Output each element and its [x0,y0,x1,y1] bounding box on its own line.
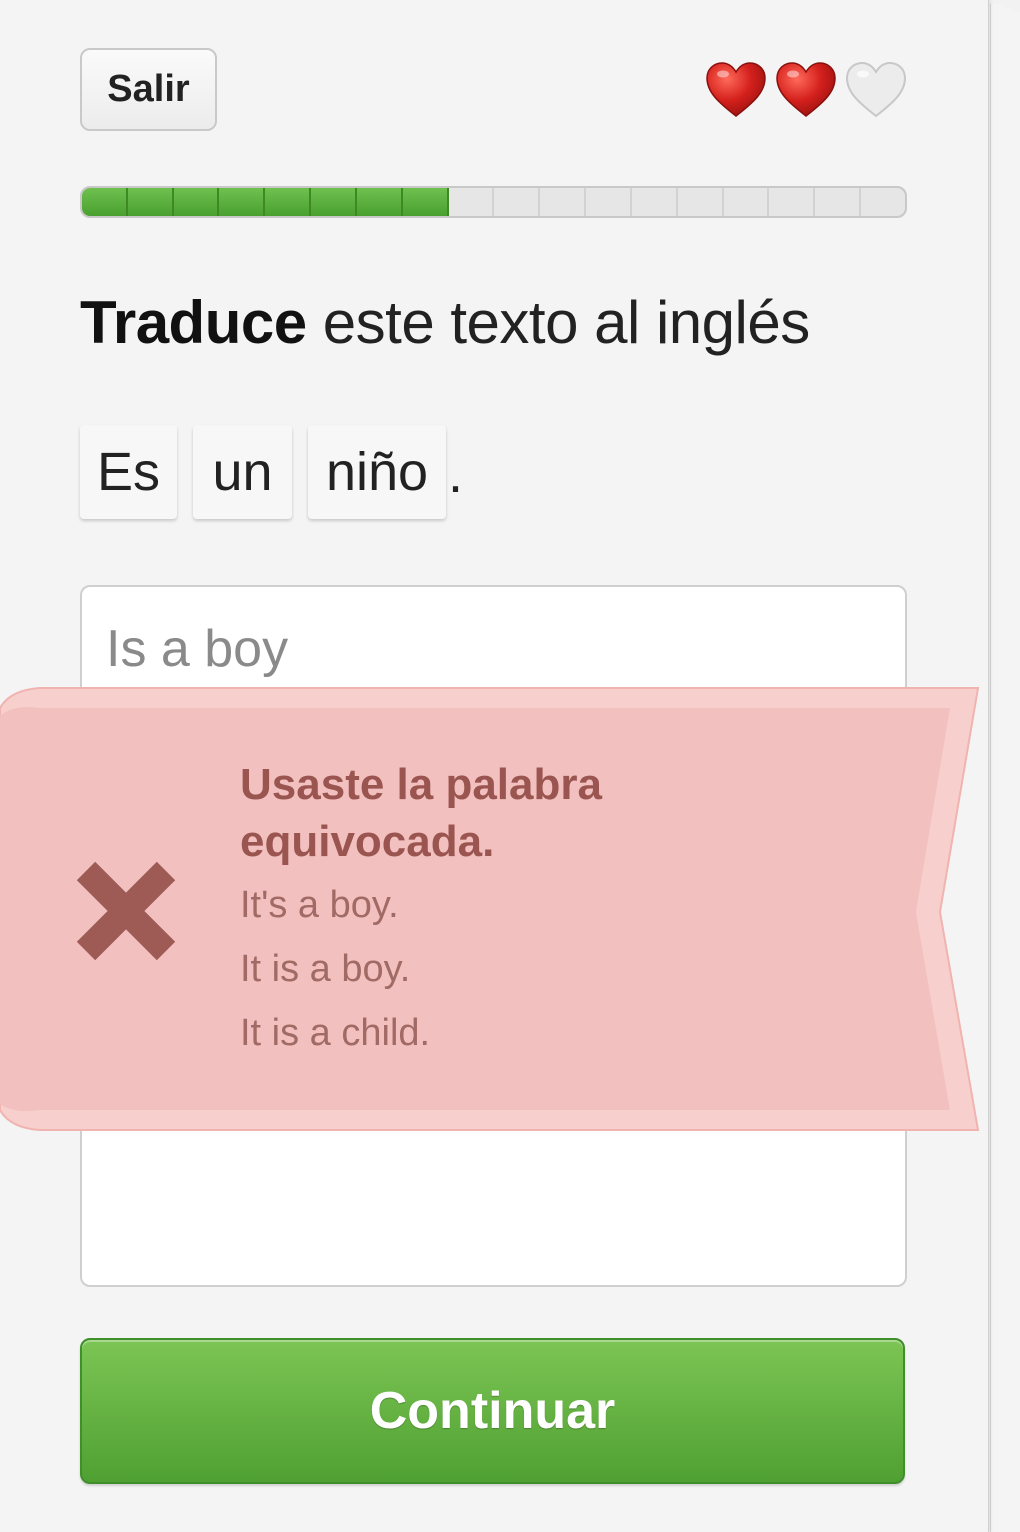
correct-solution: It's a boy. [240,884,399,926]
progress-segment-filled [356,188,403,216]
progress-segment-empty [678,188,724,216]
answer-value: Is a boy [106,620,289,678]
progress-segment-empty [494,188,541,216]
progress-segment-empty [769,188,816,216]
instruction-verb: Traduce [80,289,307,356]
progress-segment-empty [540,188,587,216]
progress-segment-filled [127,188,174,216]
progress-segment-empty [632,188,678,216]
progress-segment-empty [586,188,632,216]
progress-segment-empty [449,188,495,216]
heart-empty-icon [845,61,907,118]
continue-button[interactable]: Continuar [80,1338,905,1484]
progress-segment-filled [265,188,312,216]
progress-segment-empty [724,188,770,216]
source-word[interactable]: niño [308,425,446,519]
source-punctuation: . [448,444,464,504]
correct-solution: It is a child. [240,1012,431,1054]
progress-segment-filled [173,188,220,216]
progress-segment-filled [311,188,357,216]
lesson-progress-bar [80,186,907,218]
close-icon [76,861,176,961]
feedback-title: Usaste la palabra equivocada. [240,760,602,866]
exit-button[interactable]: Salir [80,48,217,131]
paper-edge [990,4,1003,1532]
source-sentence: Es un niño . [80,425,463,519]
progress-segment-filled [219,188,266,216]
instruction-rest: este texto al inglés [306,289,810,356]
correct-solution: It is a boy. [240,948,411,990]
lesson-card: Salir Traduce este texto al inglés Es un… [0,0,989,1532]
progress-segment-filled [402,188,449,216]
heart-full-icon [776,62,836,117]
progress-segment-empty [861,188,905,216]
instruction-title: Traduce este texto al inglés [80,288,810,357]
source-word[interactable]: un [193,425,292,519]
lives-indicator [704,60,908,120]
progress-segment-filled [82,188,128,216]
lesson-screen: Salir Traduce este texto al inglés Es un… [0,0,1020,1532]
heart-full-icon [706,62,766,117]
source-word[interactable]: Es [80,425,177,519]
progress-segment-empty [815,188,862,216]
